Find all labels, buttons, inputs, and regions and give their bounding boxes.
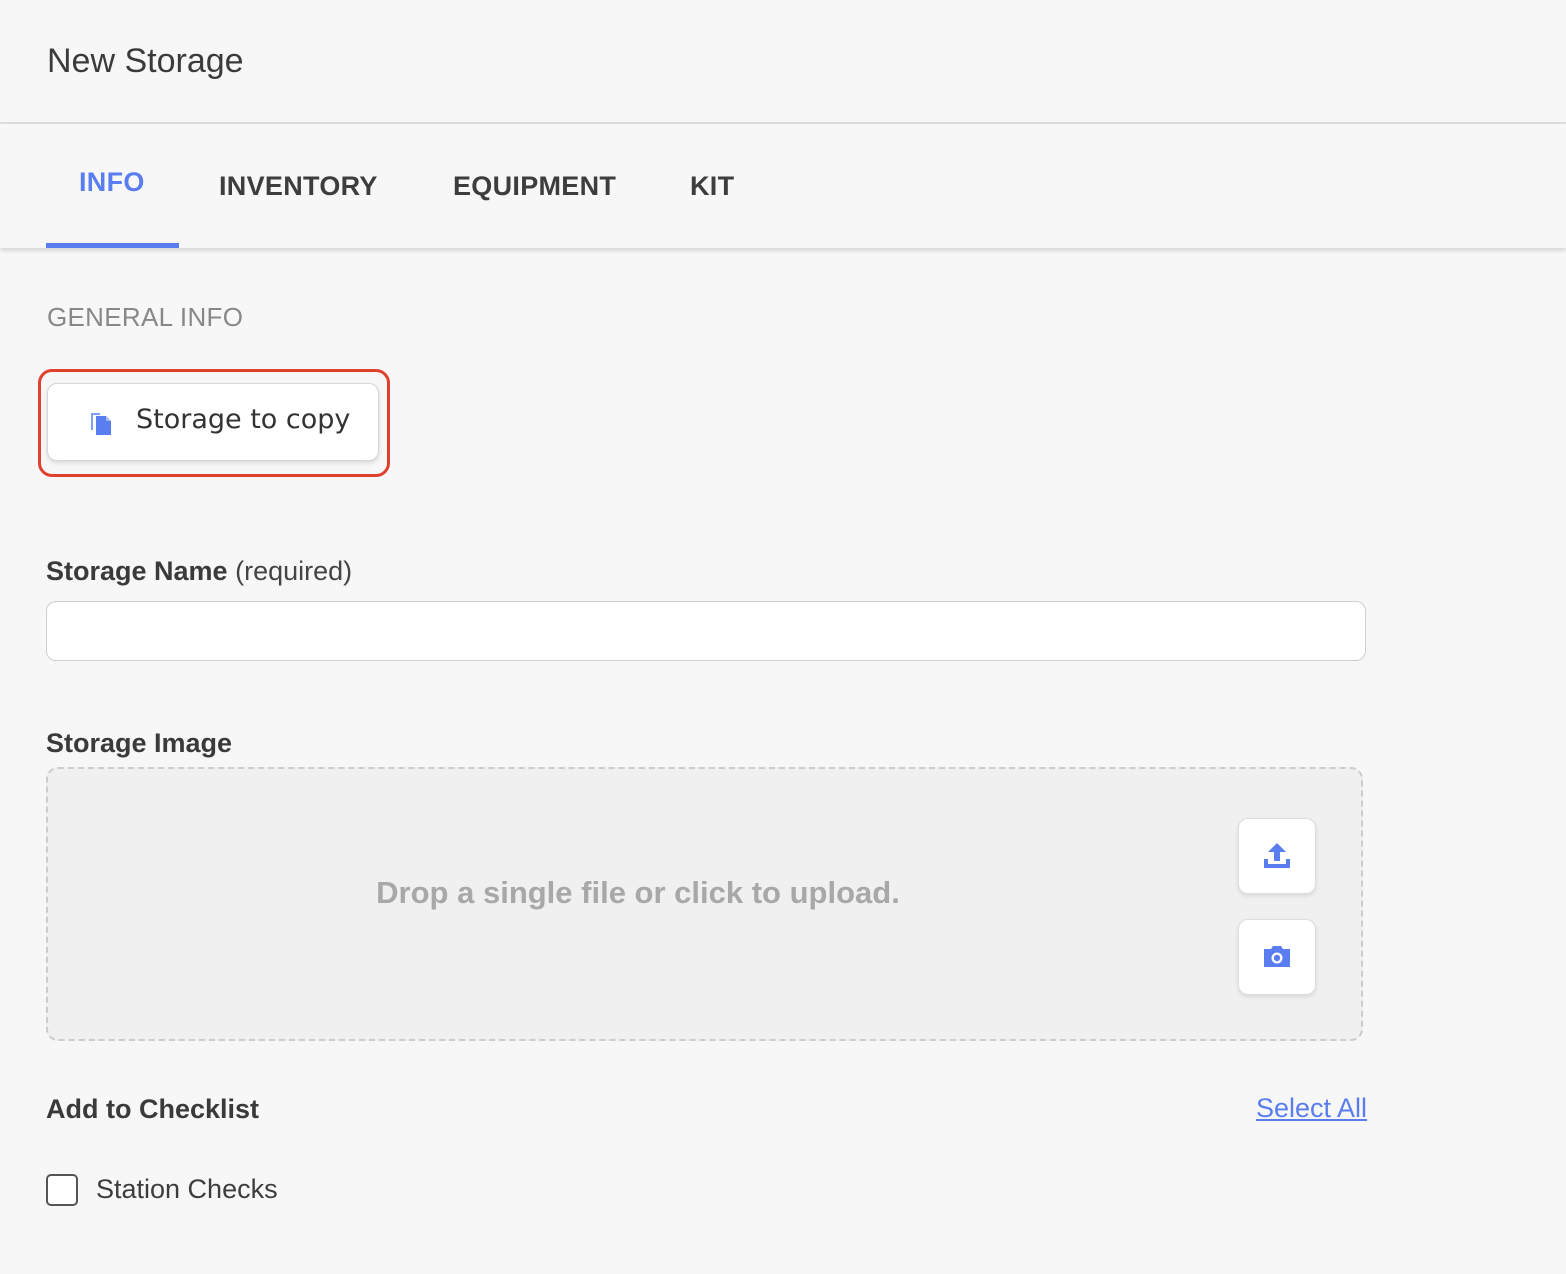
camera-button[interactable]: [1238, 919, 1316, 995]
upload-button[interactable]: [1238, 818, 1316, 894]
page-title: New Storage: [47, 42, 244, 80]
storage-to-copy-button[interactable]: Storage to copy: [47, 383, 379, 461]
storage-name-label-text: Storage Name: [46, 556, 228, 586]
tab-info[interactable]: INFO: [79, 164, 145, 200]
tab-inventory[interactable]: INVENTORY: [219, 168, 378, 204]
station-checks-checkbox[interactable]: [46, 1174, 78, 1206]
tab-kit[interactable]: KIT: [690, 168, 734, 204]
section-title-general-info: GENERAL INFO: [47, 302, 244, 332]
upload-icon: [1264, 843, 1290, 868]
storage-to-copy-label: Storage to copy: [136, 404, 351, 435]
storage-name-input[interactable]: [46, 601, 1366, 661]
camera-icon: [1264, 946, 1290, 967]
copy-icon: [89, 409, 113, 436]
dropzone-text: Drop a single file or click to upload.: [376, 875, 900, 910]
tab-equipment[interactable]: EQUIPMENT: [453, 168, 616, 204]
page-header: New Storage: [0, 0, 1566, 124]
station-checks-label: Station Checks: [96, 1174, 278, 1204]
storage-image-label: Storage Image: [46, 728, 233, 758]
required-hint: (required): [235, 556, 353, 586]
active-tab-indicator: [46, 243, 179, 248]
select-all-link[interactable]: Select All: [1256, 1093, 1367, 1124]
storage-name-label: Storage Name (required): [46, 556, 352, 587]
image-dropzone[interactable]: Drop a single file or click to upload.: [46, 767, 1363, 1041]
tab-bar: INFO INVENTORY EQUIPMENT KIT: [0, 124, 1566, 248]
add-to-checklist-label: Add to Checklist: [46, 1094, 260, 1124]
